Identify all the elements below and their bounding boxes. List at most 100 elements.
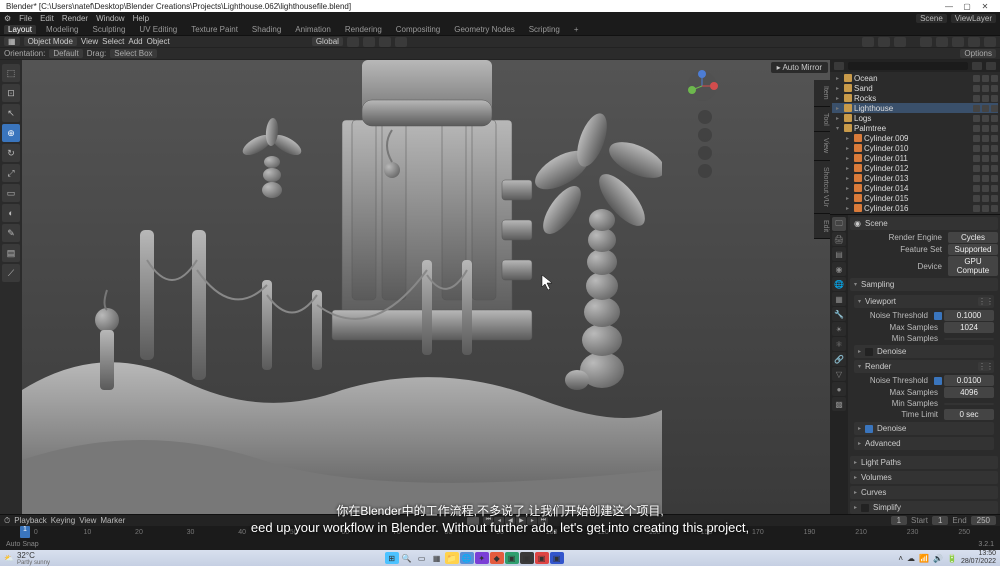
outliner-row[interactable]: ▸Cylinder.009 bbox=[832, 133, 998, 143]
vp-menu-add[interactable]: Add bbox=[128, 37, 142, 46]
app-icon-3[interactable]: ▣ bbox=[520, 552, 534, 564]
selectable-icon[interactable] bbox=[982, 145, 989, 152]
vp-menu-object[interactable]: Object bbox=[147, 37, 170, 46]
disclosure-icon[interactable]: ▸ bbox=[846, 195, 852, 202]
outliner-row[interactable]: ▸Cylinder.014 bbox=[832, 183, 998, 193]
selectable-icon[interactable] bbox=[982, 115, 989, 122]
noise-thresh-value[interactable]: 0.1000 bbox=[944, 310, 994, 321]
tab-scripting[interactable]: Scripting bbox=[525, 25, 564, 34]
selectable-icon[interactable] bbox=[982, 195, 989, 202]
noise-thresh-r-check[interactable] bbox=[934, 377, 942, 385]
camera-icon[interactable] bbox=[698, 146, 712, 160]
visible-icon[interactable] bbox=[973, 205, 980, 212]
viewport-options-icon[interactable]: ⋮⋮ bbox=[978, 297, 990, 306]
visible-icon[interactable] bbox=[973, 175, 980, 182]
outliner-row[interactable]: ▸Cylinder.011 bbox=[832, 153, 998, 163]
tab-modeling[interactable]: Modeling bbox=[42, 25, 82, 34]
feature-value[interactable]: Supported bbox=[948, 244, 998, 255]
shading-rendered-button[interactable] bbox=[984, 37, 996, 47]
tool-2[interactable]: ↖ bbox=[2, 104, 20, 122]
options-button[interactable]: Options bbox=[960, 49, 996, 58]
disclosure-icon[interactable]: ▸ bbox=[836, 75, 842, 82]
outliner-filter-icon[interactable] bbox=[972, 62, 982, 70]
disclosure-icon[interactable]: ▸ bbox=[846, 185, 852, 192]
outliner-row[interactable]: ▸Cylinder.010 bbox=[832, 143, 998, 153]
menu-file[interactable]: File bbox=[19, 14, 32, 23]
tool-6[interactable]: ▭ bbox=[2, 184, 20, 202]
visible-icon[interactable] bbox=[973, 185, 980, 192]
drag-value[interactable]: Select Box bbox=[110, 49, 156, 58]
tab-animation[interactable]: Animation bbox=[291, 25, 335, 34]
selectable-icon[interactable] bbox=[982, 175, 989, 182]
disclosure-icon[interactable]: ▸ bbox=[846, 145, 852, 152]
outliner-new-coll-icon[interactable] bbox=[986, 62, 996, 70]
ptab-render[interactable]: 🖵 bbox=[832, 217, 846, 231]
app-icon-1[interactable]: ✦ bbox=[475, 552, 489, 564]
explorer-icon[interactable]: 📁 bbox=[445, 552, 459, 564]
disclosure-icon[interactable]: ▸ bbox=[846, 175, 852, 182]
tool-1[interactable]: ⊡ bbox=[2, 84, 20, 102]
zoom-icon[interactable] bbox=[698, 110, 712, 124]
sec-curves[interactable]: ▸Curves bbox=[850, 486, 998, 499]
render-icon[interactable] bbox=[991, 195, 998, 202]
tray-battery-icon[interactable]: 🔋 bbox=[947, 554, 957, 563]
disclosure-icon[interactable]: ▾ bbox=[836, 125, 842, 132]
render-icon[interactable] bbox=[991, 125, 998, 132]
render-icon[interactable] bbox=[991, 205, 998, 212]
ptab-physics[interactable]: ⚛ bbox=[832, 337, 846, 351]
frame-end[interactable]: 250 bbox=[971, 516, 996, 525]
render-icon[interactable] bbox=[991, 95, 998, 102]
selectable-icon[interactable] bbox=[982, 125, 989, 132]
blender-taskbar-icon[interactable]: ◆ bbox=[490, 552, 504, 564]
min-samples-r-value[interactable] bbox=[944, 403, 994, 405]
selectable-icon[interactable] bbox=[982, 75, 989, 82]
ptab-scene[interactable]: ◉ bbox=[832, 262, 846, 276]
tl-view[interactable]: View bbox=[79, 516, 96, 525]
tab-compositing[interactable]: Compositing bbox=[392, 25, 444, 34]
ptab-modifier[interactable]: 🔧 bbox=[832, 307, 846, 321]
disclosure-icon[interactable]: ▸ bbox=[836, 95, 842, 102]
tab-sculpting[interactable]: Sculpting bbox=[89, 25, 130, 34]
selectable-icon[interactable] bbox=[982, 135, 989, 142]
perspective-icon[interactable] bbox=[698, 164, 712, 178]
outliner-row[interactable]: ▸Lighthouse bbox=[832, 103, 998, 113]
menu-window[interactable]: Window bbox=[96, 14, 124, 23]
max-samples-value[interactable]: 1024 bbox=[944, 322, 994, 333]
shading-matprev-button[interactable] bbox=[968, 37, 980, 47]
tab-shading[interactable]: Shading bbox=[248, 25, 285, 34]
render-icon[interactable] bbox=[991, 175, 998, 182]
app-icon-4[interactable]: ▣ bbox=[535, 552, 549, 564]
selectable-icon[interactable] bbox=[982, 155, 989, 162]
tab-uv[interactable]: UV Editing bbox=[135, 25, 181, 34]
tl-marker[interactable]: Marker bbox=[100, 516, 125, 525]
outliner-search[interactable] bbox=[848, 62, 968, 70]
playhead[interactable]: 1 bbox=[20, 526, 30, 538]
outliner-row[interactable]: ▾Palmtree bbox=[832, 123, 998, 133]
viewport[interactable]: ▸ Auto Mirror ItemToolViewShortcut VUrEd… bbox=[22, 60, 830, 514]
tl-playback[interactable]: Playback bbox=[14, 516, 46, 525]
disclosure-icon[interactable]: ▸ bbox=[836, 85, 842, 92]
frame-current[interactable]: 1 bbox=[891, 516, 907, 525]
edge-icon[interactable]: 🌐 bbox=[460, 552, 474, 564]
ptab-particle[interactable]: ✴ bbox=[832, 322, 846, 336]
nav-gizmo[interactable] bbox=[684, 68, 720, 104]
render-icon[interactable] bbox=[991, 155, 998, 162]
outliner-row[interactable]: ▸Cylinder.013 bbox=[832, 173, 998, 183]
snap-mode-button[interactable] bbox=[379, 37, 391, 47]
sec-render[interactable]: ▾Render⋮⋮ bbox=[854, 360, 994, 373]
disclosure-icon[interactable]: ▸ bbox=[836, 115, 842, 122]
tool-10[interactable]: ⟋ bbox=[2, 264, 20, 282]
npanel-tab-item[interactable]: Item bbox=[814, 80, 830, 107]
selectable-icon[interactable] bbox=[982, 105, 989, 112]
tool-5[interactable]: ⤢ bbox=[2, 164, 20, 182]
render-icon[interactable] bbox=[991, 105, 998, 112]
tool-0[interactable]: ⬚ bbox=[2, 64, 20, 82]
shading-solid-button[interactable] bbox=[952, 37, 964, 47]
max-samples-r-value[interactable]: 4096 bbox=[944, 387, 994, 398]
sec-volumes[interactable]: ▸Volumes bbox=[850, 471, 998, 484]
tab-texturepaint[interactable]: Texture Paint bbox=[187, 25, 242, 34]
taskview-icon[interactable]: ▭ bbox=[415, 552, 429, 564]
visible-icon[interactable] bbox=[973, 145, 980, 152]
orientation-value[interactable]: Default bbox=[49, 49, 82, 58]
tab-layout[interactable]: Layout bbox=[4, 25, 36, 34]
